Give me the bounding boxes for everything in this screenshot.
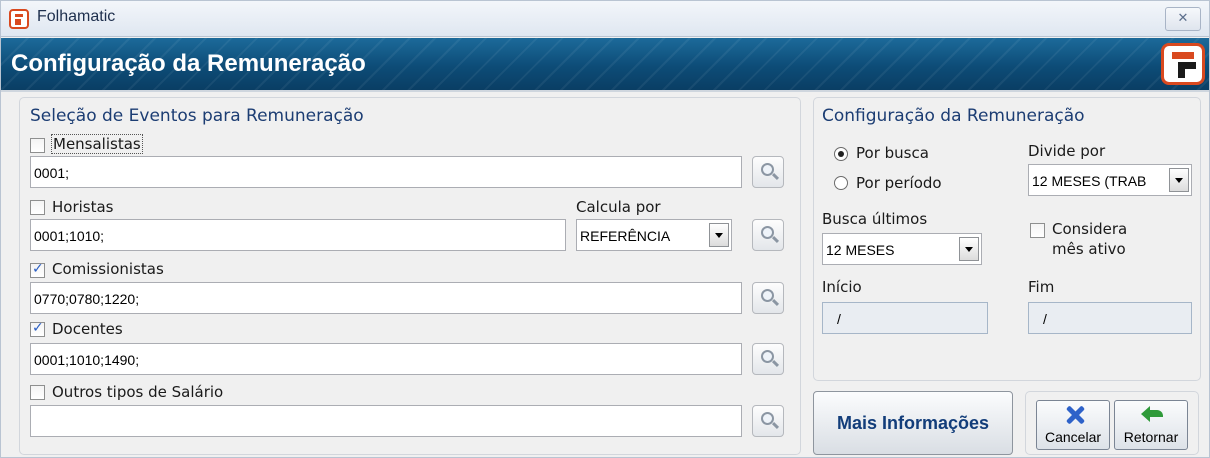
main-window: Folhamatic ✕ Configuração da Remuneração… xyxy=(0,0,1210,458)
inicio-date-field[interactable]: / xyxy=(822,302,988,334)
events-panel-title: Seleção de Eventos para Remuneração xyxy=(30,106,364,126)
horistas-label: Horistas xyxy=(52,198,114,216)
docentes-label: Docentes xyxy=(52,320,123,338)
divide-por-select[interactable]: 12 MESES (TRAB xyxy=(1028,164,1192,196)
comissionistas-search-button[interactable] xyxy=(752,282,784,314)
docentes-events-input[interactable]: 0001;1010;1490; xyxy=(30,343,742,375)
close-button[interactable]: ✕ xyxy=(1165,7,1201,31)
action-button-group: Cancelar Retornar xyxy=(1025,391,1199,455)
chevron-down-icon[interactable] xyxy=(959,237,979,261)
mais-informacoes-button[interactable]: Mais Informações xyxy=(813,391,1013,455)
mensalistas-checkbox[interactable] xyxy=(30,138,45,153)
calcula-por-label: Calcula por xyxy=(576,198,661,216)
cancel-button-label: Cancelar xyxy=(1044,429,1102,445)
chevron-down-icon[interactable] xyxy=(1169,168,1189,192)
por-busca-radio[interactable] xyxy=(834,147,848,161)
horistas-search-button[interactable] xyxy=(752,219,784,251)
docentes-search-button[interactable] xyxy=(752,343,784,375)
config-panel-title: Configuração da Remuneração xyxy=(822,106,1085,126)
window-title: Folhamatic xyxy=(37,8,116,25)
calcula-por-value: REFERÊNCIA xyxy=(580,228,671,244)
app-logo-icon xyxy=(9,9,29,29)
por-busca-label: Por busca xyxy=(856,144,929,162)
header-banner: Configuração da Remuneração xyxy=(1,38,1209,92)
comissionistas-events-input[interactable]: 0770;0780;1220; xyxy=(30,282,742,314)
chevron-down-icon[interactable] xyxy=(709,223,729,247)
outros-label: Outros tipos de Salário xyxy=(52,383,224,401)
comissionistas-label: Comissionistas xyxy=(52,260,164,278)
remuneration-config-panel: Configuração da Remuneração Por busca Po… xyxy=(813,97,1201,381)
horistas-checkbox[interactable] xyxy=(30,200,45,215)
outros-search-button[interactable] xyxy=(752,405,784,437)
divide-por-value: 12 MESES (TRAB xyxy=(1032,173,1147,189)
outros-checkbox[interactable] xyxy=(30,385,45,400)
por-periodo-radio[interactable] xyxy=(834,176,848,190)
fim-label: Fim xyxy=(1028,278,1055,296)
considera-label: Considera xyxy=(1052,220,1128,238)
title-bar: Folhamatic ✕ xyxy=(1,1,1209,37)
comissionistas-checkbox[interactable] xyxy=(30,261,45,278)
outros-events-input[interactable] xyxy=(30,405,742,437)
return-button[interactable]: Retornar xyxy=(1114,400,1188,450)
brand-logo-icon xyxy=(1161,43,1205,85)
fim-date-field[interactable]: / xyxy=(1028,302,1192,334)
return-button-label: Retornar xyxy=(1123,429,1179,445)
inicio-label: Início xyxy=(822,278,862,296)
mensalistas-label: Mensalistas xyxy=(51,134,143,154)
mes-ativo-label: mês ativo xyxy=(1052,240,1126,258)
busca-ultimos-select[interactable]: 12 MESES xyxy=(822,233,982,265)
busca-ultimos-label: Busca últimos xyxy=(822,210,928,228)
back-arrow-icon xyxy=(1141,406,1163,422)
horistas-events-input[interactable]: 0001;1010; xyxy=(30,219,566,251)
divide-por-label: Divide por xyxy=(1028,142,1106,160)
busca-ultimos-value: 12 MESES xyxy=(826,242,895,258)
events-selection-panel: Seleção de Eventos para Remuneração Mens… xyxy=(19,97,801,455)
mensalistas-events-input[interactable]: 0001; xyxy=(30,156,742,188)
considera-mes-ativo-checkbox[interactable] xyxy=(1030,223,1045,238)
page-title: Configuração da Remuneração xyxy=(11,50,366,77)
mensalistas-search-button[interactable] xyxy=(752,156,784,188)
cancel-button[interactable]: Cancelar xyxy=(1036,400,1110,450)
calcula-por-select[interactable]: REFERÊNCIA xyxy=(576,219,732,251)
close-x-icon xyxy=(1065,405,1085,425)
por-periodo-label: Por período xyxy=(856,174,942,192)
docentes-checkbox[interactable] xyxy=(30,320,45,337)
